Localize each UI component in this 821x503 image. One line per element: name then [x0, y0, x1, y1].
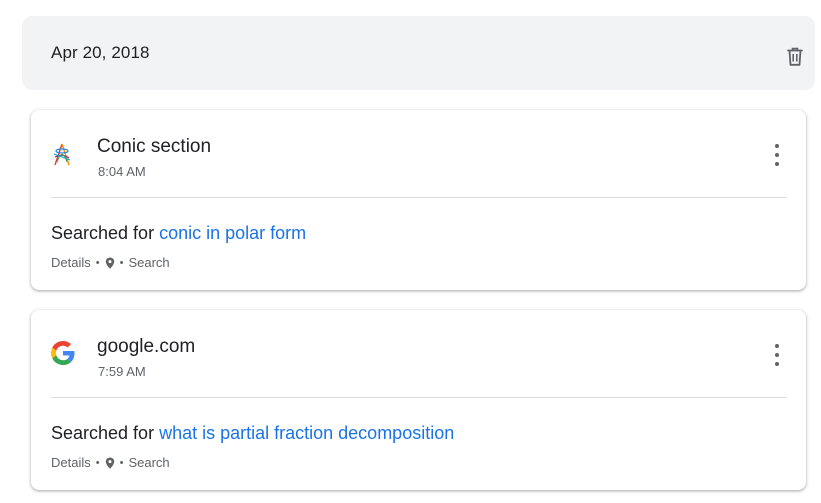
entry-meta: Details • • Search	[51, 255, 170, 270]
activity-card: google.com 7:59 AM Searched for what is …	[31, 310, 806, 490]
more-options-icon[interactable]	[770, 344, 784, 366]
product-label: Search	[128, 455, 170, 470]
divider	[51, 397, 787, 398]
location-pin-icon[interactable]	[105, 457, 115, 469]
separator: •	[119, 456, 124, 469]
more-options-icon[interactable]	[770, 144, 784, 166]
action-prefix: Searched for	[51, 423, 155, 443]
location-pin-icon[interactable]	[105, 257, 115, 269]
site-name[interactable]: google.com	[97, 336, 195, 358]
search-description: Searched for what is partial fraction de…	[51, 423, 454, 444]
conic-section-favicon	[53, 143, 71, 166]
google-g-icon	[51, 341, 75, 365]
date-group-header: Apr 20, 2018	[22, 16, 815, 90]
activity-card: Conic section 8:04 AM Searched for conic…	[31, 110, 806, 290]
divider	[51, 197, 787, 198]
action-prefix: Searched for	[51, 223, 155, 243]
details-link[interactable]: Details	[51, 455, 91, 470]
separator: •	[95, 456, 100, 469]
site-name[interactable]: Conic section	[97, 136, 211, 158]
entry-meta: Details • • Search	[51, 455, 170, 470]
search-query-link[interactable]: conic in polar form	[159, 223, 306, 243]
product-label: Search	[128, 255, 170, 270]
separator: •	[119, 256, 124, 269]
entry-time: 8:04 AM	[98, 164, 146, 179]
search-description: Searched for conic in polar form	[51, 223, 306, 244]
entry-time: 7:59 AM	[98, 364, 146, 379]
trash-icon[interactable]	[786, 47, 804, 67]
search-query-link[interactable]: what is partial fraction decomposition	[159, 423, 454, 443]
details-link[interactable]: Details	[51, 255, 91, 270]
date-label: Apr 20, 2018	[51, 43, 150, 62]
separator: •	[95, 256, 100, 269]
